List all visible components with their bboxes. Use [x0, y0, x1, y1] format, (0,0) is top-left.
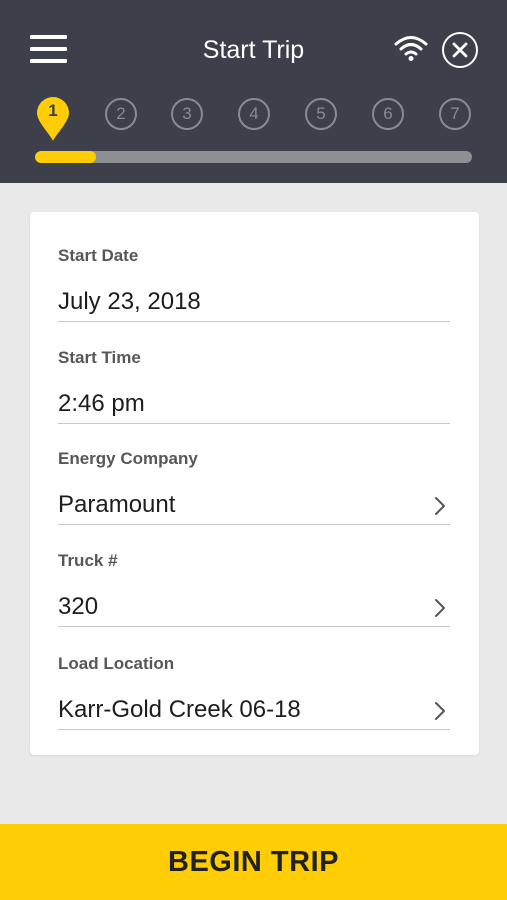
step-2[interactable]: 2: [105, 98, 137, 130]
load-location-field[interactable]: Load Location Karr-Gold Creek 06-18: [58, 653, 450, 730]
trip-form-card: Start Date July 23, 2018 Start Time 2:46…: [30, 212, 479, 755]
energy-company-label: Energy Company: [58, 449, 198, 468]
step-4[interactable]: 4: [238, 98, 270, 130]
load-location-value[interactable]: Karr-Gold Creek 06-18: [58, 695, 450, 730]
page-title: Start Trip: [202, 36, 305, 64]
step-7[interactable]: 7: [439, 98, 471, 130]
step-1[interactable]: 1: [35, 96, 71, 142]
step-5[interactable]: 5: [305, 98, 337, 130]
start-time-value[interactable]: 2:46 pm: [58, 389, 450, 424]
start-time-field[interactable]: Start Time 2:46 pm: [58, 347, 450, 424]
load-location-label: Load Location: [58, 654, 175, 673]
progress-bar: [35, 151, 472, 163]
chevron-right-icon: [435, 599, 445, 617]
header-bar: Start Trip 1 2 3 4 5 6 7: [0, 0, 507, 183]
start-date-value[interactable]: July 23, 2018: [58, 287, 450, 322]
wifi-icon: [394, 36, 428, 61]
energy-company-value[interactable]: Paramount: [58, 490, 450, 525]
energy-company-text: Paramount: [58, 491, 176, 518]
truck-value[interactable]: 320: [58, 592, 450, 627]
truck-text: 320: [58, 593, 99, 620]
start-date-field[interactable]: Start Date July 23, 2018: [58, 245, 450, 322]
chevron-right-icon: [435, 702, 445, 720]
truck-field[interactable]: Truck # 320: [58, 550, 450, 627]
close-icon: [452, 42, 468, 58]
close-button[interactable]: [442, 32, 478, 68]
truck-label: Truck #: [58, 551, 118, 570]
progress-fill: [35, 151, 97, 163]
chevron-right-icon: [435, 497, 445, 515]
start-time-label: Start Time: [58, 348, 141, 367]
energy-company-field[interactable]: Energy Company Paramount: [58, 448, 450, 525]
load-location-text: Karr-Gold Creek 06-18: [58, 696, 301, 723]
step-3[interactable]: 3: [171, 98, 203, 130]
step-indicator: 1 2 3 4 5 6 7: [0, 96, 507, 141]
step-label: 1: [48, 101, 58, 120]
start-date-label: Start Date: [58, 246, 139, 265]
begin-trip-button[interactable]: BEGIN TRIP: [0, 824, 507, 900]
step-6[interactable]: 6: [372, 98, 404, 130]
